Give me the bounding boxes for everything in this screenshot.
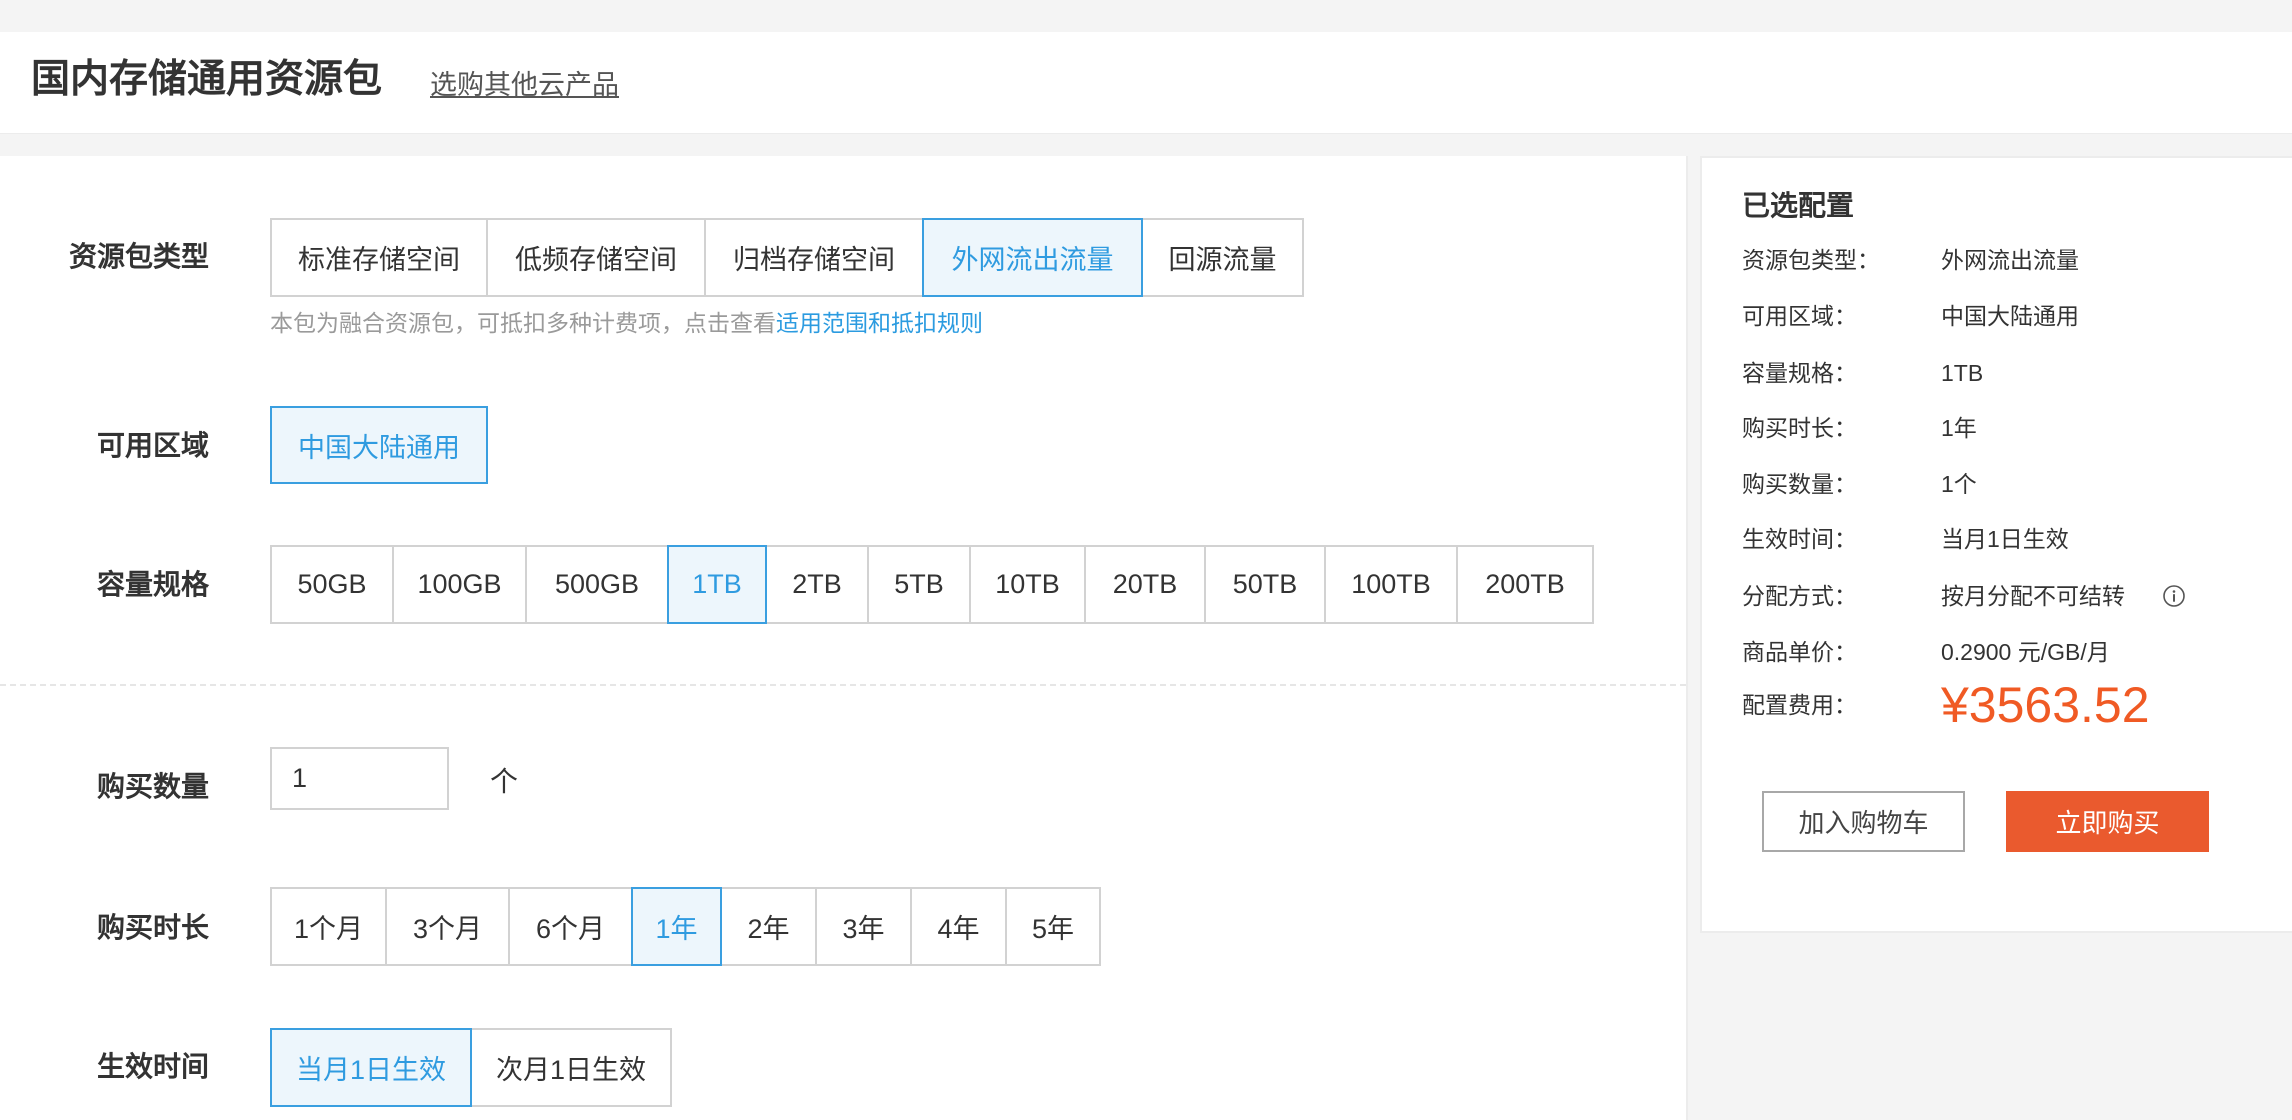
page-title: 国内存储通用资源包 — [31, 58, 383, 101]
summary-value-capacity: 1TB — [1941, 360, 1984, 386]
package-type-option-standard-storage[interactable]: 标准存储空间 — [270, 218, 488, 297]
package-type-option-infrequent-storage[interactable]: 低频存储空间 — [486, 218, 706, 297]
total-price: ¥3563.52 — [1941, 677, 2150, 733]
other-products-link[interactable]: 选购其他云产品 — [430, 68, 619, 102]
capacity-option-1tb[interactable]: 1TB — [667, 545, 767, 624]
package-type-option-origin-pull[interactable]: 回源流量 — [1141, 218, 1304, 297]
capacity-option-500gb[interactable]: 500GB — [525, 545, 669, 624]
capacity-option-200tb[interactable]: 200TB — [1456, 545, 1594, 624]
summary-label-duration: 购买时长： — [1742, 415, 1857, 441]
effective-time-selector: 当月1日生效 次月1日生效 — [270, 1028, 672, 1107]
summary-value-unit-price: 0.2900 元/GB/月 — [1941, 639, 2110, 665]
effective-option-next-month[interactable]: 次月1日生效 — [470, 1028, 672, 1107]
duration-option-2-years[interactable]: 2年 — [720, 887, 817, 966]
duration-option-5-years[interactable]: 5年 — [1005, 887, 1101, 966]
section-divider — [0, 684, 1686, 686]
capacity-selector: 50GB 100GB 500GB 1TB 2TB 5TB 10TB 20TB 5… — [270, 545, 1594, 624]
package-type-option-internet-egress[interactable]: 外网流出流量 — [922, 218, 1143, 297]
package-type-option-archive-storage[interactable]: 归档存储空间 — [704, 218, 924, 297]
capacity-option-2tb[interactable]: 2TB — [765, 545, 869, 624]
capacity-option-50gb[interactable]: 50GB — [270, 545, 394, 624]
hint-text: 本包为融合资源包，可抵扣多种计费项，点击查看 — [270, 310, 776, 336]
package-type-selector: 标准存储空间 低频存储空间 归档存储空间 外网流出流量 回源流量 — [270, 218, 1304, 297]
summary-label-quantity: 购买数量： — [1742, 471, 1857, 497]
duration-option-3-years[interactable]: 3年 — [815, 887, 912, 966]
capacity-label: 容量规格 — [96, 569, 209, 600]
capacity-option-5tb[interactable]: 5TB — [867, 545, 971, 624]
duration-selector: 1个月 3个月 6个月 1年 2年 3年 4年 5年 — [270, 887, 1101, 966]
capacity-option-50tb[interactable]: 50TB — [1204, 545, 1326, 624]
summary-label-effective-time: 生效时间： — [1742, 526, 1857, 552]
selected-config-panel: 已选配置 资源包类型： 外网流出流量 可用区域： 中国大陆通用 容量规格： 1T… — [1700, 156, 2292, 933]
duration-option-1-year[interactable]: 1年 — [631, 887, 722, 966]
buy-now-button[interactable]: 立即购买 — [2006, 791, 2209, 852]
duration-option-4-years[interactable]: 4年 — [910, 887, 1007, 966]
summary-value-allocation: 按月分配不可结转 — [1941, 583, 2125, 609]
info-icon[interactable] — [2162, 584, 2186, 608]
summary-value-region: 中国大陆通用 — [1941, 303, 2079, 329]
add-to-cart-button[interactable]: 加入购物车 — [1762, 791, 1965, 852]
page-header: 国内存储通用资源包 选购其他云产品 — [0, 32, 2292, 134]
deduction-rules-link[interactable]: 适用范围和抵扣规则 — [776, 310, 983, 336]
duration-label: 购买时长 — [96, 912, 209, 943]
capacity-option-10tb[interactable]: 10TB — [969, 545, 1086, 624]
effective-option-current-month[interactable]: 当月1日生效 — [270, 1028, 472, 1107]
summary-label-capacity: 容量规格： — [1742, 360, 1857, 386]
summary-title: 已选配置 — [1742, 190, 1855, 221]
duration-option-1-month[interactable]: 1个月 — [270, 887, 387, 966]
quantity-unit: 个 — [490, 766, 519, 797]
duration-option-3-months[interactable]: 3个月 — [385, 887, 510, 966]
summary-label-region: 可用区域： — [1742, 303, 1857, 329]
region-selector: 中国大陆通用 — [270, 406, 488, 485]
summary-value-duration: 1年 — [1941, 415, 1977, 441]
region-label: 可用区域 — [96, 430, 209, 461]
summary-label-unit-price: 商品单价： — [1742, 639, 1857, 665]
capacity-option-100tb[interactable]: 100TB — [1324, 545, 1458, 624]
package-type-hint: 本包为融合资源包，可抵扣多种计费项，点击查看适用范围和抵扣规则 — [270, 308, 983, 338]
summary-label-total: 配置费用： — [1742, 692, 1857, 718]
summary-value-quantity: 1个 — [1941, 471, 1977, 497]
quantity-label: 购买数量 — [96, 771, 209, 802]
summary-value-package-type: 外网流出流量 — [1941, 247, 2079, 273]
summary-label-package-type: 资源包类型： — [1742, 247, 1880, 273]
summary-label-allocation: 分配方式： — [1742, 583, 1857, 609]
config-panel — [0, 156, 1688, 1120]
effective-time-label: 生效时间 — [96, 1051, 209, 1082]
region-option-mainland-china[interactable]: 中国大陆通用 — [270, 406, 488, 484]
capacity-option-20tb[interactable]: 20TB — [1084, 545, 1206, 624]
duration-option-6-months[interactable]: 6个月 — [508, 887, 633, 966]
quantity-input[interactable] — [270, 747, 449, 810]
package-type-label: 资源包类型 — [68, 241, 209, 272]
capacity-option-100gb[interactable]: 100GB — [392, 545, 527, 624]
summary-value-effective-time: 当月1日生效 — [1941, 526, 2069, 552]
